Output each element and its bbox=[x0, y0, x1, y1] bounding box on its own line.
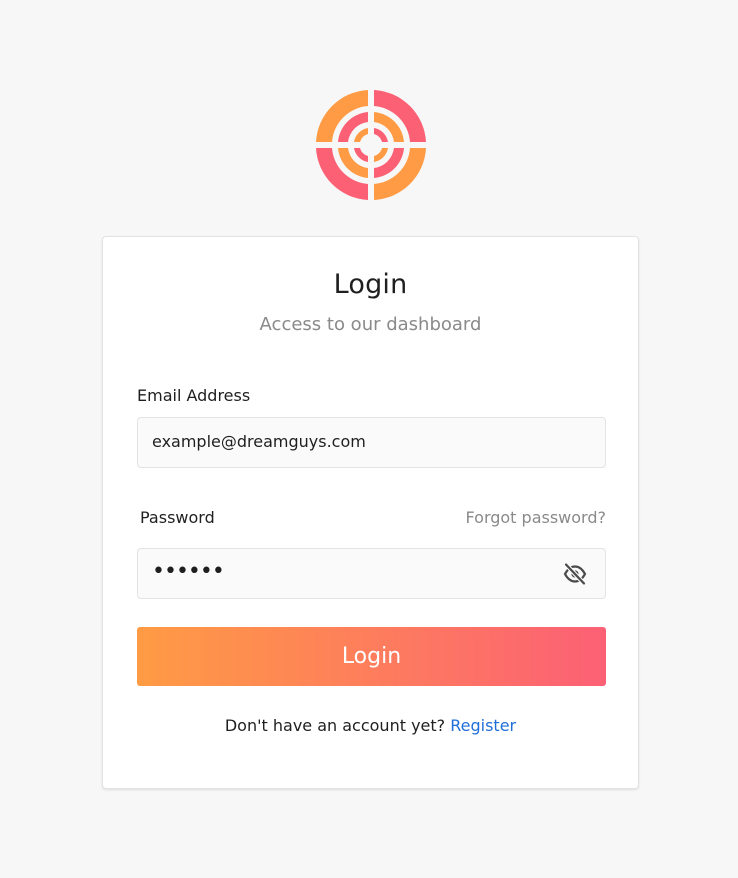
register-prompt: Don't have an account yet? Register bbox=[103, 716, 638, 735]
password-label: Password bbox=[140, 508, 215, 527]
password-field[interactable]: •••••• bbox=[137, 548, 606, 599]
email-label: Email Address bbox=[137, 386, 251, 405]
login-page: Login Access to our dashboard Email Addr… bbox=[0, 0, 738, 878]
target-logo-icon bbox=[313, 88, 429, 202]
login-card: Login Access to our dashboard Email Addr… bbox=[102, 236, 639, 789]
register-link[interactable]: Register bbox=[450, 716, 516, 735]
email-value: example@dreamguys.com bbox=[152, 432, 366, 451]
forgot-password-link[interactable]: Forgot password? bbox=[466, 508, 606, 527]
email-field[interactable]: example@dreamguys.com bbox=[137, 417, 606, 468]
page-title: Login bbox=[333, 269, 408, 300]
eye-slash-icon[interactable] bbox=[562, 561, 588, 587]
password-value: •••••• bbox=[152, 559, 225, 584]
register-prompt-text: Don't have an account yet? bbox=[224, 716, 446, 735]
page-subtitle: Access to our dashboard bbox=[259, 314, 482, 335]
login-button[interactable]: Login bbox=[137, 627, 606, 686]
